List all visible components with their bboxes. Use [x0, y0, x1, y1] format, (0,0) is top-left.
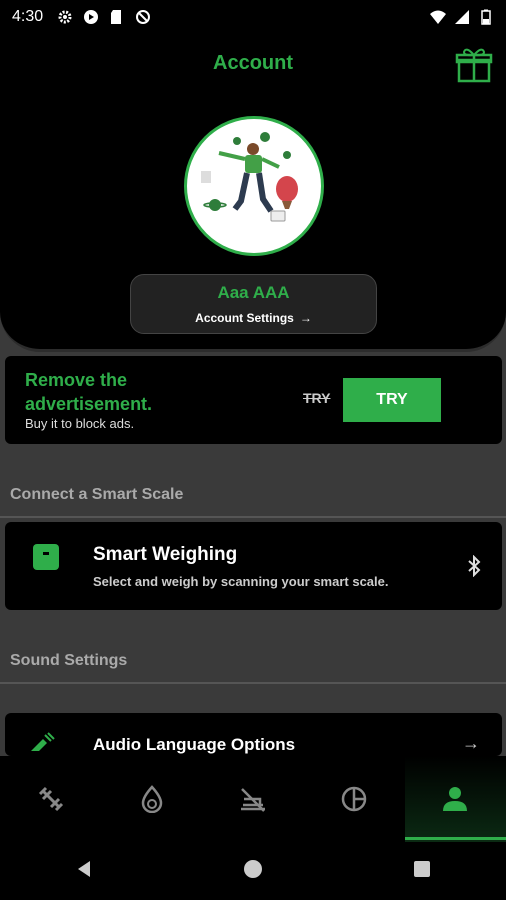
system-nav-bar: [0, 842, 506, 900]
divider: [0, 682, 506, 684]
audio-language-item[interactable]: Audio Language Options →: [5, 713, 502, 756]
sound-section-label: Sound Settings: [10, 652, 128, 669]
home-icon[interactable]: [243, 859, 263, 884]
tab-workout[interactable]: [0, 756, 101, 842]
scale-icon: [33, 544, 59, 570]
smart-weighing-title: Smart Weighing: [93, 544, 238, 565]
page-title: Account: [213, 52, 293, 74]
account-settings-label: Account Settings: [195, 311, 294, 325]
avatar[interactable]: [184, 116, 324, 256]
tab-stats[interactable]: [304, 756, 405, 842]
sd-card-icon: [109, 9, 125, 25]
ad-subtitle: Buy it to block ads.: [25, 416, 135, 431]
no-food-icon: [241, 788, 265, 812]
person-icon: [443, 787, 468, 811]
smart-scale-section-label: Connect a Smart Scale: [10, 486, 184, 503]
tab-diet[interactable]: [202, 756, 303, 842]
status-time: 4:30: [12, 8, 44, 25]
wifi-icon: [430, 9, 446, 25]
tab-calories[interactable]: [101, 756, 202, 842]
pie-chart-icon: [341, 786, 367, 812]
account-header: Account Aaa AAA Account Settings →: [0, 34, 506, 352]
cell-signal-icon: [454, 9, 470, 25]
gear-icon: [57, 9, 73, 25]
audio-language-title: Audio Language Options: [93, 735, 296, 754]
divider: [0, 516, 506, 518]
tab-account[interactable]: [404, 756, 506, 842]
battery-icon: [478, 9, 494, 25]
arrow-right-icon: →: [462, 733, 480, 753]
speaker-icon: [29, 731, 57, 756]
try-button[interactable]: TRY: [343, 378, 441, 422]
profile-card[interactable]: Aaa AAA Account Settings →: [130, 274, 377, 334]
smart-weighing-item[interactable]: Smart Weighing Select and weigh by scann…: [5, 522, 502, 610]
bluetooth-icon: [466, 554, 482, 582]
profile-name: Aaa AAA: [217, 283, 290, 302]
gift-icon[interactable]: [454, 44, 494, 84]
remove-ads-card: Remove the advertisement. Buy it to bloc…: [5, 356, 502, 444]
play-icon: [83, 9, 99, 25]
arrow-right-icon: →: [299, 311, 312, 325]
status-icons-right: [430, 9, 494, 25]
smart-weighing-desc: Select and weigh by scanning your smart …: [93, 574, 389, 589]
dumbbell-icon: [38, 786, 63, 812]
flame-icon: [141, 785, 163, 813]
ad-old-label: TRY: [303, 390, 331, 406]
account-settings-link[interactable]: Account Settings →: [195, 311, 312, 325]
no-signal-icon: [135, 9, 151, 25]
back-icon[interactable]: [74, 859, 94, 884]
recents-icon[interactable]: [412, 859, 432, 884]
ad-title: Remove the advertisement.: [25, 370, 153, 414]
status-icons-left: [57, 9, 151, 25]
bottom-tab-bar: [0, 756, 506, 842]
status-bar: 4:30: [0, 0, 506, 34]
avatar-illustration: [201, 132, 298, 222]
